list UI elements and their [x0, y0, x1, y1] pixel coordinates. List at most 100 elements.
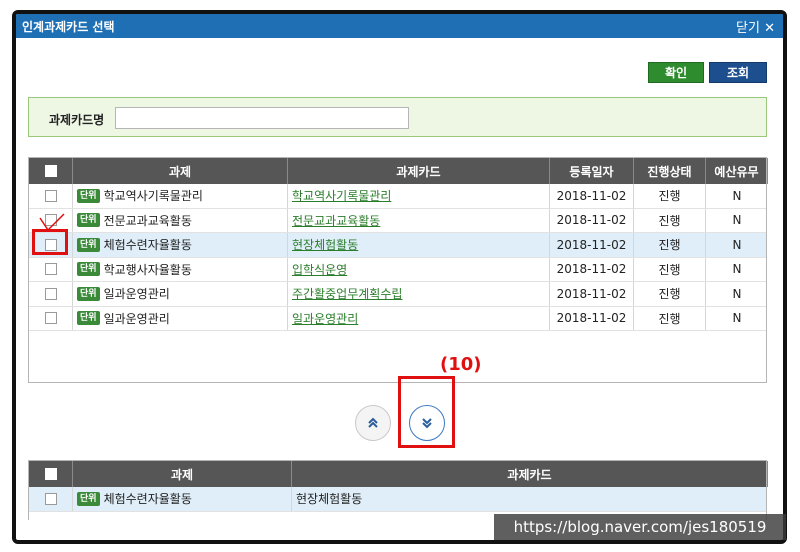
- task-cell: 단위 일과운영관리: [73, 306, 288, 330]
- select-all-cell: [29, 461, 73, 487]
- task-cell: 단위 학교행사자율활동: [73, 257, 288, 281]
- close-label: 닫기: [736, 21, 760, 36]
- date-cell: 2018-11-02: [550, 282, 634, 306]
- card-link[interactable]: 입학식운영: [292, 261, 347, 278]
- card-cell: 입학식운영: [288, 257, 550, 281]
- task-cell: 단위 체험수련자율활동: [73, 487, 292, 511]
- task-name: 일과운영관리: [103, 287, 170, 302]
- unit-badge: 단위: [77, 262, 100, 277]
- dialog-titlebar: 인계과제카드 선택 닫기 ✕: [16, 14, 783, 38]
- table-header-row: 과제 과제카드 등록일자 진행상태 예산유무: [29, 158, 768, 184]
- table-row[interactable]: 단위 학교행사자율활동 입학식운영 2018-11-02 진행 N: [29, 257, 766, 282]
- table-row[interactable]: 단위 학교역사기록물관리 학교역사기록물관리 2018-11-02 진행 N: [29, 184, 766, 209]
- unit-badge: 단위: [77, 213, 100, 228]
- budget-cell: N: [732, 188, 742, 203]
- card-cell: 현장체험활동: [296, 492, 363, 507]
- annotation-checkmark: [39, 213, 65, 232]
- task-cell: 단위 일과운영관리: [73, 282, 288, 306]
- header-budget[interactable]: 예산유무: [706, 158, 768, 184]
- task-card-name-input[interactable]: [115, 107, 409, 129]
- task-name: 체험수련자율활동: [103, 238, 192, 253]
- selected-card-table: 과제 과제카드 단위 체험수련자율활동 현장체험활동: [28, 460, 768, 520]
- row-checkbox-cell: [29, 257, 73, 281]
- row-checkbox[interactable]: [44, 492, 57, 505]
- card-cell: 일과운영관리: [288, 306, 550, 330]
- task-name: 학교행사자율활동: [103, 262, 192, 277]
- row-checkbox[interactable]: [44, 263, 57, 276]
- header-card[interactable]: 과제카드: [292, 461, 768, 487]
- table-row[interactable]: 단위 체험수련자율활동 현장체험활동: [29, 487, 766, 512]
- table-row[interactable]: 단위 일과운영관리 주간활중업무계획수립 2018-11-02 진행 N: [29, 282, 766, 307]
- status-cell: 진행: [634, 257, 706, 281]
- status-cell: 진행: [634, 184, 706, 208]
- unit-badge: 단위: [77, 237, 100, 252]
- task-name: 학교역사기록물관리: [103, 189, 203, 204]
- task-card-table: 과제 과제카드 등록일자 진행상태 예산유무 단위 학교역사기록물관리 학교역사기…: [28, 157, 768, 383]
- status-cell: 진행: [634, 208, 706, 232]
- table-header-row: 과제 과제카드: [29, 461, 768, 487]
- header-card[interactable]: 과제카드: [288, 158, 550, 184]
- close-button[interactable]: 닫기 ✕: [736, 17, 775, 36]
- select-all-checkbox[interactable]: [44, 468, 57, 480]
- card-link[interactable]: 전문교과교육활동: [292, 212, 380, 229]
- dialog-window: 인계과제카드 선택 닫기 ✕ 확인 조회 과제카드명 과제 과제카드 등록일자 …: [12, 10, 787, 544]
- row-checkbox-cell: [29, 306, 73, 330]
- task-cell: 단위 학교역사기록물관리: [73, 184, 288, 208]
- table-row-selected[interactable]: 단위 체험수련자율활동 현장체험활동 2018-11-02 진행 N: [29, 233, 766, 258]
- header-task[interactable]: 과제: [73, 158, 288, 184]
- status-cell: 진행: [634, 282, 706, 306]
- budget-cell: N: [732, 213, 742, 228]
- row-checkbox[interactable]: [44, 287, 57, 300]
- card-link[interactable]: 학교역사기록물관리: [292, 187, 391, 204]
- unit-badge: 단위: [77, 286, 100, 301]
- card-link[interactable]: 주간활중업무계획수립: [292, 285, 402, 302]
- row-checkbox-cell: [29, 487, 73, 511]
- table-row[interactable]: 단위 전문교과교육활동 전문교과교육활동 2018-11-02 진행 N: [29, 208, 766, 233]
- date-cell: 2018-11-02: [550, 208, 634, 232]
- chevron-double-up-icon: [368, 417, 378, 428]
- card-cell: 전문교과교육활동: [288, 208, 550, 232]
- row-checkbox-cell: [29, 184, 73, 208]
- card-cell: 현장체험활동: [288, 233, 550, 257]
- row-checkbox-cell: [29, 282, 73, 306]
- budget-cell: N: [732, 237, 742, 252]
- card-cell: 학교역사기록물관리: [288, 184, 550, 208]
- annotation-highlight-move-down: [398, 376, 455, 448]
- budget-cell: N: [732, 286, 742, 301]
- task-name: 일과운영관리: [103, 311, 170, 326]
- row-checkbox[interactable]: [44, 189, 57, 202]
- row-checkbox[interactable]: [44, 312, 57, 325]
- table-row[interactable]: 단위 일과운영관리 일과운영관리 2018-11-02 진행 N: [29, 306, 766, 331]
- header-date[interactable]: 등록일자: [550, 158, 634, 184]
- status-cell: 진행: [634, 306, 706, 330]
- search-button[interactable]: 조회: [709, 62, 767, 83]
- date-cell: 2018-11-02: [550, 233, 634, 257]
- task-name: 전문교과교육활동: [103, 213, 192, 228]
- card-link[interactable]: 일과운영관리: [292, 310, 358, 327]
- annotation-step-label: (10): [440, 354, 482, 375]
- header-status[interactable]: 진행상태: [634, 158, 706, 184]
- dialog-title: 인계과제카드 선택: [22, 20, 115, 34]
- close-icon: ✕: [764, 21, 775, 36]
- unit-badge: 단위: [77, 188, 100, 203]
- date-cell: 2018-11-02: [550, 257, 634, 281]
- task-name: 체험수련자율활동: [103, 492, 192, 507]
- confirm-button[interactable]: 확인: [648, 62, 704, 83]
- card-cell: 주간활중업무계획수립: [288, 282, 550, 306]
- task-cell: 단위 체험수련자율활동: [73, 233, 288, 257]
- header-task[interactable]: 과제: [73, 461, 292, 487]
- budget-cell: N: [732, 311, 742, 326]
- unit-badge: 단위: [77, 311, 100, 326]
- date-cell: 2018-11-02: [550, 306, 634, 330]
- unit-badge: 단위: [77, 491, 100, 506]
- blog-watermark: https://blog.naver.com/jes180519: [494, 514, 786, 540]
- select-all-checkbox[interactable]: [44, 165, 57, 177]
- date-cell: 2018-11-02: [550, 184, 634, 208]
- select-all-cell: [29, 158, 73, 184]
- move-up-button[interactable]: [355, 405, 391, 441]
- search-panel: 과제카드명: [28, 97, 767, 137]
- task-cell: 단위 전문교과교육활동: [73, 208, 288, 232]
- search-label: 과제카드명: [49, 113, 105, 127]
- card-link[interactable]: 현장체험활동: [292, 236, 358, 253]
- budget-cell: N: [732, 262, 742, 277]
